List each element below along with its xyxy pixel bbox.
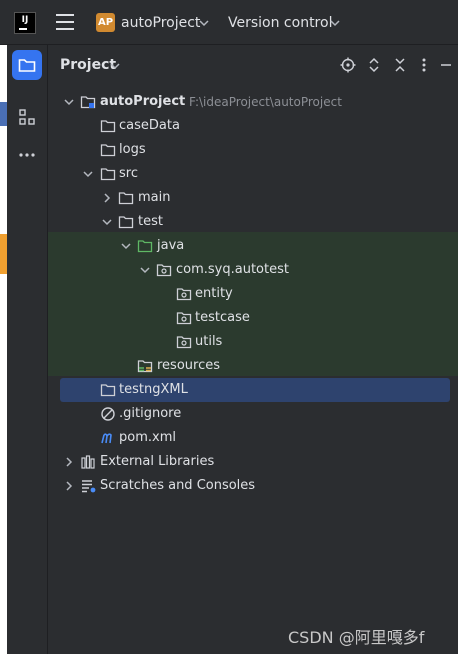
tree-item-label: entity [195, 286, 233, 301]
options-menu-icon[interactable] [414, 55, 434, 75]
tree-item-autoproject[interactable]: autoProject F:\ideaProject\autoProject [60, 90, 450, 114]
folder-icon [118, 216, 134, 229]
tree-item-test[interactable]: test [60, 210, 450, 234]
version-control-menu[interactable]: Version control [228, 15, 332, 31]
tree-item-entity[interactable]: entity [60, 282, 450, 306]
folder-icon [100, 144, 116, 157]
tree-item-utils[interactable]: utils [60, 330, 450, 354]
structure-icon [19, 109, 35, 125]
package-icon [176, 336, 192, 349]
tree-item-label: Scratches and Consoles [100, 478, 256, 493]
tree-item-gitignore[interactable]: .gitignore [60, 402, 450, 426]
chevron-down-icon[interactable] [120, 240, 132, 252]
folder-icon [18, 59, 36, 72]
chevron-down-icon[interactable] [101, 216, 113, 228]
project-badge[interactable]: AP [96, 13, 115, 32]
package-icon [176, 312, 192, 325]
tree-item-external-libraries[interactable]: External Libraries [60, 450, 450, 474]
tree-item-label: resources [157, 358, 221, 373]
tool-window-strip [7, 45, 48, 654]
package-icon [176, 288, 192, 301]
chevron-right-icon[interactable] [63, 480, 75, 492]
app-logo-text: IJ [21, 15, 29, 25]
collapse-all-icon[interactable] [390, 55, 410, 75]
edge-warning-strip [0, 234, 7, 274]
tree-item-testcase[interactable]: testcase [60, 306, 450, 330]
title-bar: IJ AP autoProject Version control [0, 0, 458, 45]
tree-item-main[interactable]: main [60, 186, 450, 210]
tree-item-testngxml[interactable]: testngXML [60, 378, 450, 402]
tree-item-label: testcase [195, 310, 250, 325]
intellij-logo-icon: IJ [14, 12, 36, 34]
tree-item-label: logs [119, 142, 146, 157]
locate-file-icon[interactable] [338, 55, 358, 75]
tree-item-label: src [119, 166, 138, 181]
adjacent-window-edge [0, 44, 7, 654]
tree-item-label: External Libraries [100, 454, 215, 469]
tree-item-src[interactable]: src [60, 162, 450, 186]
tree-item-label: caseData [119, 118, 180, 133]
test-resources-folder-icon [137, 360, 153, 373]
expand-all-icon[interactable] [364, 55, 384, 75]
project-tool-button[interactable] [12, 50, 42, 80]
tree-item-package-root[interactable]: com.syq.autotest [60, 258, 450, 282]
ignored-file-icon [101, 407, 115, 421]
test-source-folder-icon [137, 240, 153, 253]
watermark: CSDN @阿里嘎多f [288, 628, 425, 647]
tree-item-label: testngXML [119, 382, 188, 397]
structure-tool-button[interactable] [12, 102, 42, 132]
project-panel: Project autoProject F:\ideaProject\autoP… [48, 45, 458, 654]
tree-item-label: utils [195, 334, 223, 349]
folder-icon [100, 168, 116, 181]
project-path: F:\ideaProject\autoProject [189, 95, 342, 109]
tree-item-label: test [138, 214, 163, 229]
edge-highlight [0, 102, 7, 126]
libraries-icon [81, 455, 95, 469]
tree-item-label: com.syq.autotest [176, 262, 289, 277]
project-switcher[interactable]: autoProject [121, 15, 200, 31]
folder-icon [100, 384, 116, 397]
panel-title[interactable]: Project [60, 57, 116, 73]
tree-item-java[interactable]: java [60, 234, 450, 258]
minimize-icon[interactable] [436, 55, 456, 75]
tree-item-pom[interactable]: pom.xml [60, 426, 450, 450]
chevron-down-icon[interactable] [110, 61, 120, 71]
chevron-right-icon[interactable] [101, 192, 113, 204]
chevron-down-icon[interactable] [63, 96, 75, 108]
chevron-down-icon[interactable] [82, 168, 94, 180]
chevron-right-icon[interactable] [63, 456, 75, 468]
main-menu-icon[interactable] [56, 14, 74, 30]
package-icon [156, 264, 172, 277]
chevron-down-icon[interactable] [199, 18, 209, 28]
tree-item-label: .gitignore [119, 406, 182, 421]
tree-item-casedata[interactable]: caseData [60, 114, 450, 138]
tree-item-logs[interactable]: logs [60, 138, 450, 162]
chevron-down-icon[interactable] [330, 18, 340, 28]
module-folder-icon [80, 96, 96, 109]
tree-item-resources[interactable]: resources [60, 354, 450, 378]
folder-icon [118, 192, 134, 205]
tree-item-label: main [138, 190, 171, 205]
chevron-down-icon[interactable] [139, 264, 151, 276]
tree-item-scratches[interactable]: Scratches and Consoles [60, 474, 450, 498]
tree-item-label: java [157, 238, 185, 253]
tree-item-label: autoProject [100, 94, 186, 109]
folder-icon [100, 120, 116, 133]
more-tools-button[interactable] [12, 140, 42, 170]
tree-item-label: pom.xml [119, 430, 176, 445]
scratches-icon [82, 480, 96, 493]
maven-icon [101, 433, 112, 444]
more-horizontal-icon [19, 153, 35, 157]
